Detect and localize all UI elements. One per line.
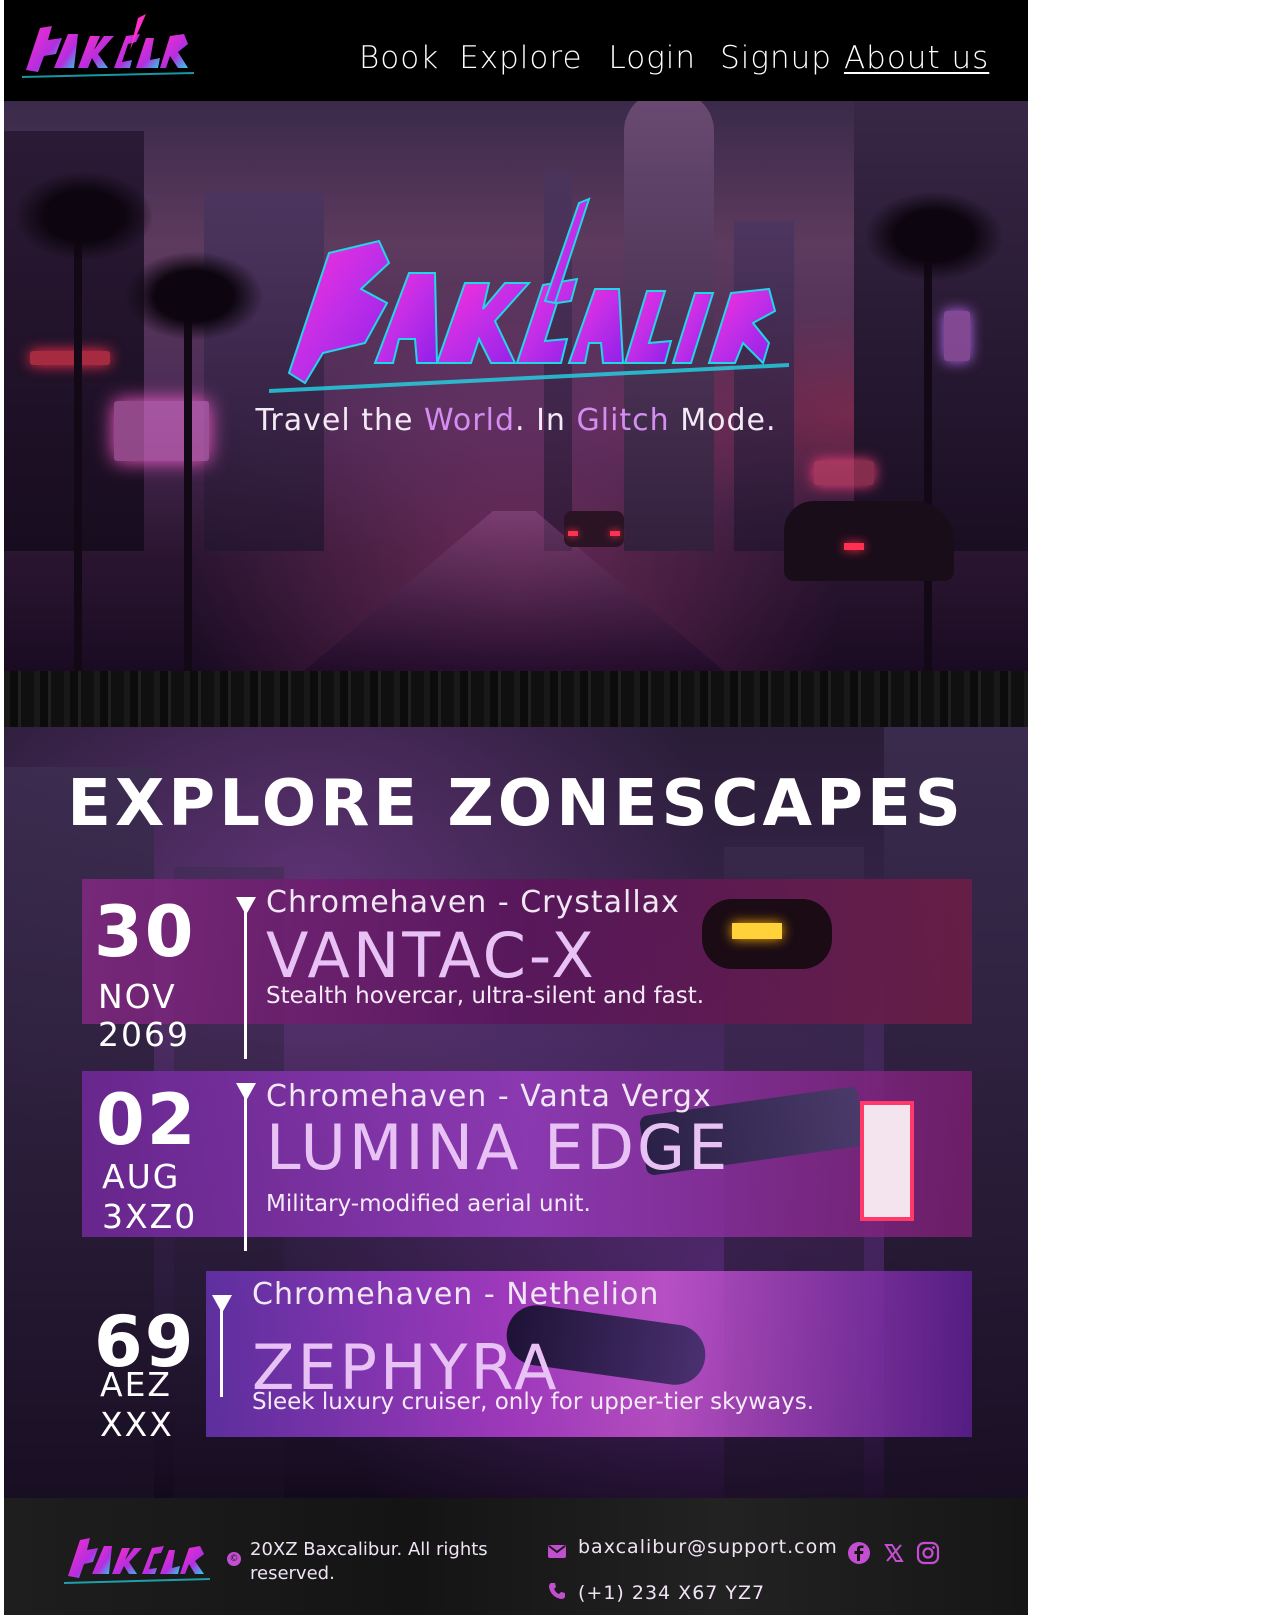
card-day: 30 [94, 891, 196, 973]
car [784, 501, 954, 581]
neon-sign [944, 311, 970, 361]
hero-logo [269, 197, 789, 393]
main-nav: Book Explore Login Signup About us [359, 40, 989, 76]
card-divider [244, 1095, 247, 1251]
nav-about-us[interactable]: About us [844, 40, 989, 76]
copyright-icon: © [227, 1552, 241, 1566]
card-year: 3XZ0 [102, 1197, 198, 1236]
zonescape-card[interactable]: 30 NOV 2069 Chromehaven - Crystallax VAN… [82, 879, 972, 1059]
card-vehicle-name: LUMINA EDGE [266, 1111, 731, 1184]
nav-book[interactable]: Book [359, 40, 439, 76]
site-header: Book Explore Login Signup About us [4, 0, 1028, 101]
card-description: Military-modified aerial unit. [266, 1191, 591, 1217]
card-location: Chromehaven - Crystallax [266, 885, 680, 920]
facebook-icon[interactable] [846, 1540, 872, 1566]
brand-logo[interactable] [18, 10, 198, 84]
card-vehicle-name: VANTAC-X [266, 919, 597, 992]
instagram-icon[interactable] [915, 1540, 941, 1566]
decorative-strip [4, 671, 1028, 727]
neon-sign [814, 461, 874, 485]
car [564, 511, 624, 547]
x-icon[interactable] [881, 1540, 907, 1566]
zonescape-card[interactable]: 69 AEZ XXX Chromehaven - Nethelion ZEPHY… [82, 1271, 972, 1444]
palm-fronds [14, 171, 154, 261]
nav-login[interactable]: Login [609, 40, 697, 76]
card-divider [220, 1307, 223, 1397]
palm-tree [924, 251, 932, 671]
phone-icon [549, 1583, 565, 1599]
card-divider [244, 909, 247, 1059]
neon-sign [30, 351, 110, 365]
palm-fronds [864, 191, 1004, 281]
palm-tree [74, 231, 82, 671]
card-year: XXX [100, 1405, 174, 1444]
card-month: AUG [102, 1157, 181, 1196]
mail-icon [548, 1545, 566, 1558]
hero-tagline: Travel the World. In Glitch Mode. [255, 403, 777, 438]
footer-logo[interactable] [62, 1526, 212, 1586]
palm-tree [184, 301, 192, 671]
building-right [854, 101, 1028, 551]
page: Book Explore Login Signup About us Trave… [4, 0, 1028, 1615]
nav-signup[interactable]: Signup [720, 40, 832, 76]
explore-section: EXPLORE ZONESCAPES 30 NOV 2069 Chromehav… [4, 727, 1028, 1498]
card-day: 02 [96, 1079, 198, 1161]
zonescape-card[interactable]: 02 AUG 3XZ0 Chromehaven - Vanta Vergx LU… [82, 1071, 972, 1251]
support-email-link[interactable]: baxcalibur@support.com [578, 1536, 838, 1558]
card-year: 2069 [98, 1015, 190, 1054]
palm-fronds [124, 251, 264, 341]
card-location: Chromehaven - Nethelion [252, 1277, 660, 1312]
card-month: NOV [98, 977, 177, 1016]
nav-explore[interactable]: Explore [459, 40, 582, 76]
hero-banner: Travel the World. In Glitch Mode. [4, 101, 1028, 671]
copyright-text: 20XZ Baxcalibur. All rights reserved. [250, 1539, 488, 1584]
card-description: Stealth hovercar, ultra-silent and fast. [266, 983, 705, 1009]
explore-title: EXPLORE ZONESCAPES [67, 767, 965, 841]
hovercar-image [702, 899, 832, 969]
card-location: Chromehaven - Vanta Vergx [266, 1079, 712, 1114]
card-month: AEZ [100, 1365, 173, 1404]
site-footer: © 20XZ Baxcalibur. All rights reserved. … [4, 1498, 1028, 1615]
neon-sign [860, 1101, 914, 1221]
card-description: Sleek luxury cruiser, only for upper-tie… [252, 1389, 815, 1415]
phone-number[interactable]: (+1) 234 X67 YZ7 [578, 1582, 765, 1604]
